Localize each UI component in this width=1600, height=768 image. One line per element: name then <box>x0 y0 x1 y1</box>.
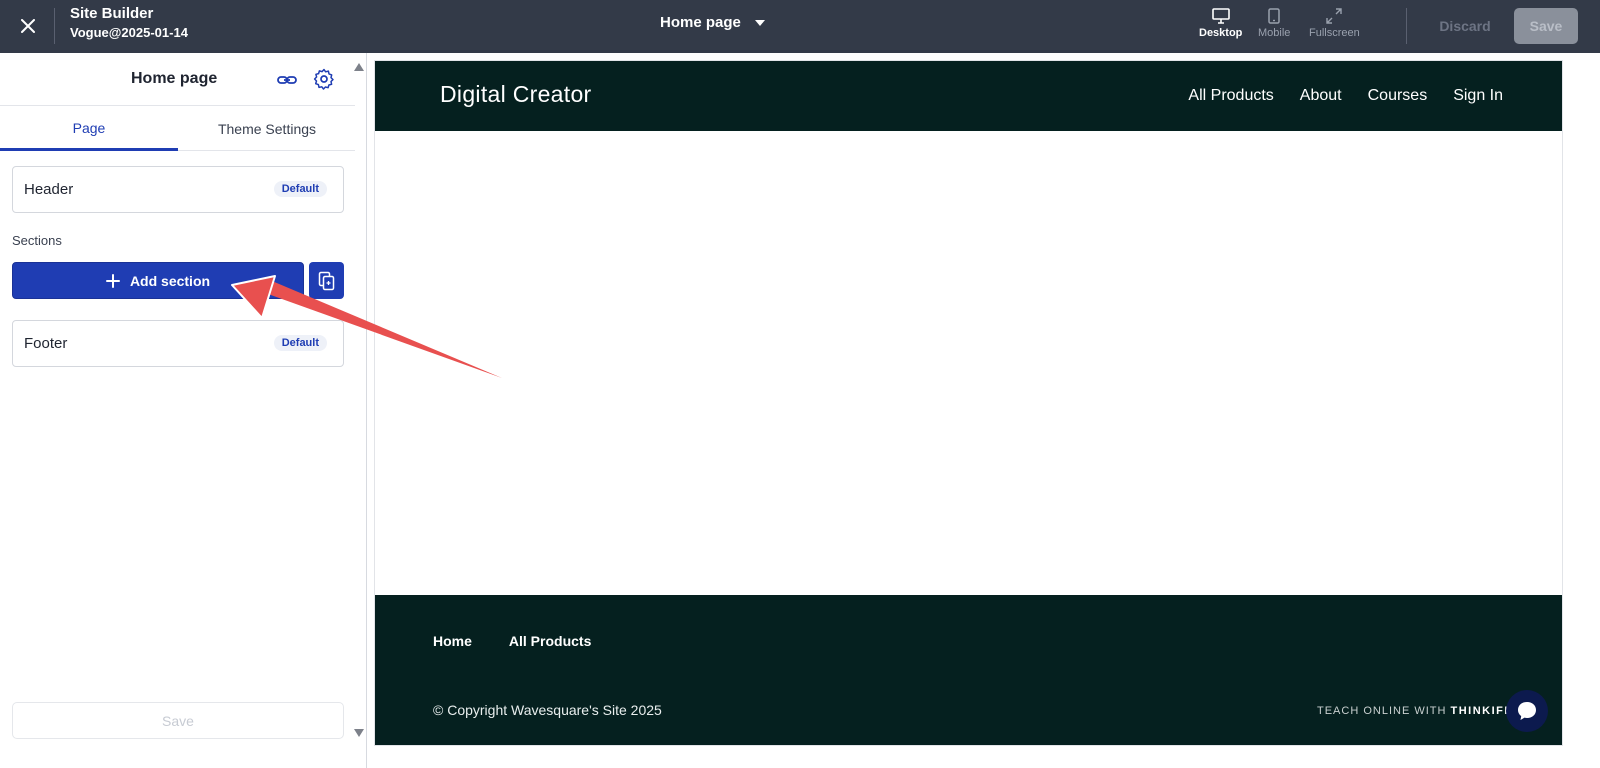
top-bar: Site Builder Vogue@2025-01-14 Home page … <box>0 0 1600 53</box>
tab-page[interactable]: Page <box>0 107 178 151</box>
close-icon <box>21 19 35 33</box>
device-desktop-label: Desktop <box>1199 27 1243 39</box>
footer-link-home[interactable]: Home <box>433 633 472 649</box>
header-card[interactable]: Header Default <box>12 166 344 213</box>
page-selector[interactable]: Home page <box>660 14 765 31</box>
footer-links: Home All Products <box>433 633 591 649</box>
site-header[interactable]: Digital Creator All Products About Cours… <box>375 61 1562 131</box>
site-footer[interactable]: Home All Products © Copyright Wavesquare… <box>375 595 1562 745</box>
header-card-label: Header <box>24 181 74 198</box>
add-section-button[interactable]: Add section <box>12 262 304 299</box>
sidebar-header: Home page <box>0 53 355 106</box>
top-divider-right <box>1406 8 1407 44</box>
add-saved-section-button[interactable] <box>309 262 344 299</box>
nav-sign-in[interactable]: Sign In <box>1453 87 1503 105</box>
site-preview: Digital Creator All Products About Cours… <box>375 61 1562 745</box>
scroll-up-button[interactable] <box>354 58 364 76</box>
scroll-up-arrow-icon <box>354 63 364 71</box>
nav-about[interactable]: About <box>1300 87 1342 105</box>
site-nav: All Products About Courses Sign In <box>1188 87 1503 105</box>
sections-label: Sections <box>12 233 62 248</box>
teach-online-link[interactable]: TEACH ONLINE WITH THINKIFIC <box>1317 705 1518 717</box>
tab-theme-settings[interactable]: Theme Settings <box>178 107 356 151</box>
plus-icon <box>105 273 120 288</box>
mobile-icon <box>1268 8 1280 24</box>
site-logo[interactable]: Digital Creator <box>440 81 592 108</box>
app-title: Site Builder <box>70 5 154 22</box>
page-settings-button[interactable] <box>312 67 336 91</box>
page-selector-label: Home page <box>660 14 741 31</box>
chat-bubble-icon <box>1518 702 1536 720</box>
fullscreen-icon <box>1326 8 1343 24</box>
device-desktop-button[interactable]: Desktop <box>1199 8 1242 39</box>
nav-all-products[interactable]: All Products <box>1188 87 1273 105</box>
caret-down-icon <box>754 19 765 26</box>
sidebar-save-button[interactable]: Save <box>12 702 344 739</box>
teach-online-prefix: TEACH ONLINE WITH <box>1317 705 1451 717</box>
footer-copyright: © Copyright Wavesquare's Site 2025 <box>433 702 662 718</box>
desktop-icon <box>1211 8 1230 24</box>
device-fullscreen-label: Fullscreen <box>1309 27 1360 39</box>
footer-card-label: Footer <box>24 335 68 352</box>
footer-link-all-products[interactable]: All Products <box>509 633 591 649</box>
sidebar-tabs: Page Theme Settings <box>0 107 355 151</box>
scroll-down-arrow-icon <box>354 729 364 737</box>
copy-icon <box>318 271 334 290</box>
sidebar-title: Home page <box>131 70 218 87</box>
discard-button[interactable]: Discard <box>1420 9 1510 43</box>
link-icon <box>277 76 297 84</box>
header-default-badge: Default <box>273 181 327 197</box>
device-mobile-button[interactable]: Mobile <box>1258 8 1290 39</box>
top-divider <box>54 8 55 44</box>
footer-default-badge: Default <box>273 335 327 351</box>
nav-courses[interactable]: Courses <box>1368 87 1428 105</box>
app-subtitle: Vogue@2025-01-14 <box>70 25 188 40</box>
page-link-button[interactable] <box>276 69 298 91</box>
gear-icon <box>313 68 334 90</box>
device-fullscreen-button[interactable]: Fullscreen <box>1309 8 1360 39</box>
save-button[interactable]: Save <box>1514 8 1578 44</box>
chat-button[interactable] <box>1506 690 1548 732</box>
close-button[interactable] <box>14 12 42 40</box>
sidebar: Home page Page Theme Settings Header Def… <box>0 53 367 768</box>
scroll-down-button[interactable] <box>354 724 364 742</box>
add-section-label: Add section <box>129 272 211 289</box>
device-mobile-label: Mobile <box>1258 27 1291 39</box>
footer-card[interactable]: Footer Default <box>12 320 344 367</box>
